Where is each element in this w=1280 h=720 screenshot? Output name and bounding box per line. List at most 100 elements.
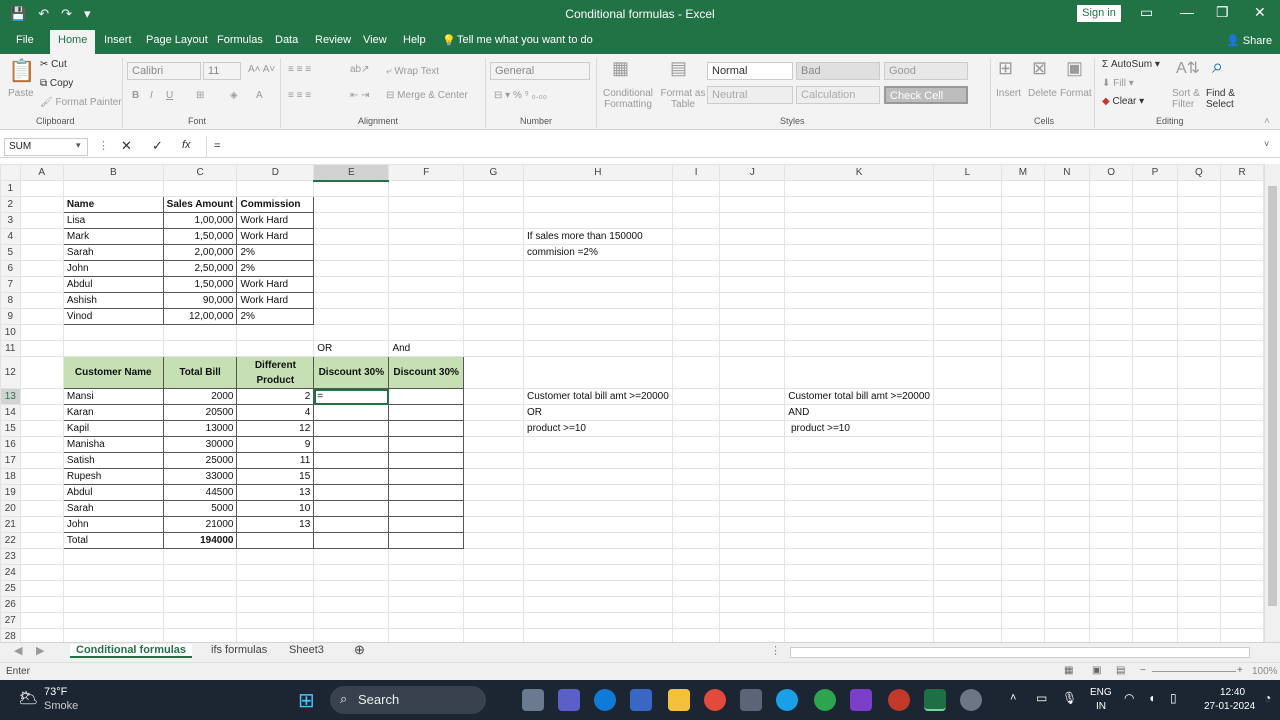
cell-h4[interactable]: If sales more than 150000 xyxy=(523,228,673,245)
cell[interactable] xyxy=(1000,196,1045,213)
row-header[interactable]: 15 xyxy=(0,420,21,437)
cell-b13[interactable]: Mansi xyxy=(62,388,164,405)
microphone-icon[interactable]: 🎙 xyxy=(1062,691,1077,705)
cell[interactable] xyxy=(313,548,390,565)
row-header[interactable]: 3 xyxy=(0,212,21,229)
tab-page-layout[interactable]: Page Layout xyxy=(146,34,208,46)
cell[interactable] xyxy=(1132,452,1178,469)
cell-f15[interactable] xyxy=(388,420,464,437)
cell[interactable] xyxy=(784,340,934,357)
cell[interactable] xyxy=(1220,596,1264,613)
cell[interactable] xyxy=(932,292,1002,309)
cell[interactable] xyxy=(462,260,525,277)
cell[interactable] xyxy=(1000,276,1045,293)
cell[interactable] xyxy=(671,228,721,245)
ribbon-display-icon[interactable]: ▭ xyxy=(1140,4,1153,21)
cell[interactable] xyxy=(1088,292,1134,309)
cell[interactable] xyxy=(1088,340,1134,357)
cell-c14[interactable]: 20500 xyxy=(162,404,238,421)
cell[interactable] xyxy=(1043,436,1090,453)
cell[interactable] xyxy=(784,324,934,341)
cell-c7[interactable]: 1,50,000 xyxy=(162,276,238,293)
cell-c9[interactable]: 12,00,000 xyxy=(162,308,238,325)
weather-icon[interactable]: 🌥 xyxy=(18,688,38,708)
row-header[interactable]: 5 xyxy=(0,244,21,261)
cell[interactable] xyxy=(313,308,390,325)
cell[interactable] xyxy=(932,612,1002,629)
column-header[interactable]: O xyxy=(1088,164,1134,181)
cell[interactable] xyxy=(932,420,1002,437)
cell[interactable] xyxy=(236,324,315,341)
cell[interactable] xyxy=(1000,308,1045,325)
cell[interactable] xyxy=(671,324,721,341)
cell-k15[interactable]: product >=10 xyxy=(784,420,934,437)
cell[interactable] xyxy=(1088,308,1134,325)
row-header[interactable]: 7 xyxy=(0,276,21,293)
cell[interactable] xyxy=(932,228,1002,245)
cell[interactable] xyxy=(1088,196,1134,213)
cell[interactable] xyxy=(19,260,64,277)
cell[interactable] xyxy=(1132,228,1178,245)
cell[interactable] xyxy=(62,612,164,629)
align-top-icon[interactable]: ≡ ≡ ≡ xyxy=(288,64,311,75)
cell[interactable] xyxy=(523,340,673,357)
scroll-left-icon[interactable]: ◀ xyxy=(14,644,22,657)
cell[interactable] xyxy=(1088,452,1134,469)
cell[interactable] xyxy=(671,260,721,277)
cell[interactable] xyxy=(19,612,64,629)
cell[interactable] xyxy=(1000,596,1045,613)
vertical-scrollbar[interactable] xyxy=(1264,164,1280,644)
cell[interactable] xyxy=(388,548,464,565)
cell[interactable] xyxy=(19,180,64,197)
cell[interactable] xyxy=(1000,244,1045,261)
italic-button[interactable]: I xyxy=(150,90,153,101)
cell[interactable] xyxy=(1088,516,1134,533)
cell[interactable] xyxy=(1176,564,1222,581)
format-as-table-icon[interactable]: ▤ xyxy=(670,58,687,79)
cell[interactable] xyxy=(523,564,673,581)
cell-f18[interactable] xyxy=(388,468,464,485)
cell-b22[interactable]: Total xyxy=(62,532,164,549)
row-header[interactable]: 14 xyxy=(0,404,21,421)
cell[interactable] xyxy=(1043,532,1090,549)
row-header[interactable]: 22 xyxy=(0,532,21,549)
cell-b9[interactable]: Vinod xyxy=(62,308,164,325)
cell[interactable] xyxy=(1176,356,1222,389)
cell[interactable] xyxy=(19,436,64,453)
conditional-formatting-button[interactable]: Conditional Formatting xyxy=(600,88,656,110)
style-neutral[interactable]: Neutral xyxy=(707,86,793,104)
cell[interactable] xyxy=(1088,404,1134,421)
cell[interactable] xyxy=(671,308,721,325)
cell[interactable] xyxy=(1132,420,1178,437)
cell-c20[interactable]: 5000 xyxy=(162,500,238,517)
cell[interactable] xyxy=(1000,612,1045,629)
cell[interactable] xyxy=(462,196,525,213)
cell[interactable] xyxy=(1220,260,1264,277)
cell-d20[interactable]: 10 xyxy=(236,500,315,517)
cell[interactable] xyxy=(671,468,721,485)
cell[interactable] xyxy=(162,324,238,341)
cell[interactable] xyxy=(1220,356,1264,389)
scroll-right-icon[interactable]: ▶ xyxy=(36,644,44,657)
cell[interactable] xyxy=(313,228,390,245)
volume-icon[interactable]: ◖ xyxy=(1148,691,1155,705)
cell[interactable] xyxy=(523,612,673,629)
cell[interactable] xyxy=(932,276,1002,293)
cell[interactable] xyxy=(236,612,315,629)
cell[interactable] xyxy=(1176,500,1222,517)
cell[interactable] xyxy=(1000,340,1045,357)
cell[interactable] xyxy=(1043,196,1090,213)
cell[interactable] xyxy=(1088,260,1134,277)
cell[interactable] xyxy=(719,484,786,501)
cell-c15[interactable]: 13000 xyxy=(162,420,238,437)
cell[interactable] xyxy=(1000,452,1045,469)
row-header[interactable]: 9 xyxy=(0,308,21,325)
cut-button[interactable]: ✂ Cut xyxy=(40,59,67,70)
cell[interactable] xyxy=(462,532,525,549)
cell[interactable] xyxy=(19,388,64,405)
cell[interactable] xyxy=(1176,516,1222,533)
cell[interactable] xyxy=(1176,452,1222,469)
cell[interactable] xyxy=(719,500,786,517)
cell[interactable] xyxy=(1132,340,1178,357)
cell[interactable] xyxy=(784,500,934,517)
